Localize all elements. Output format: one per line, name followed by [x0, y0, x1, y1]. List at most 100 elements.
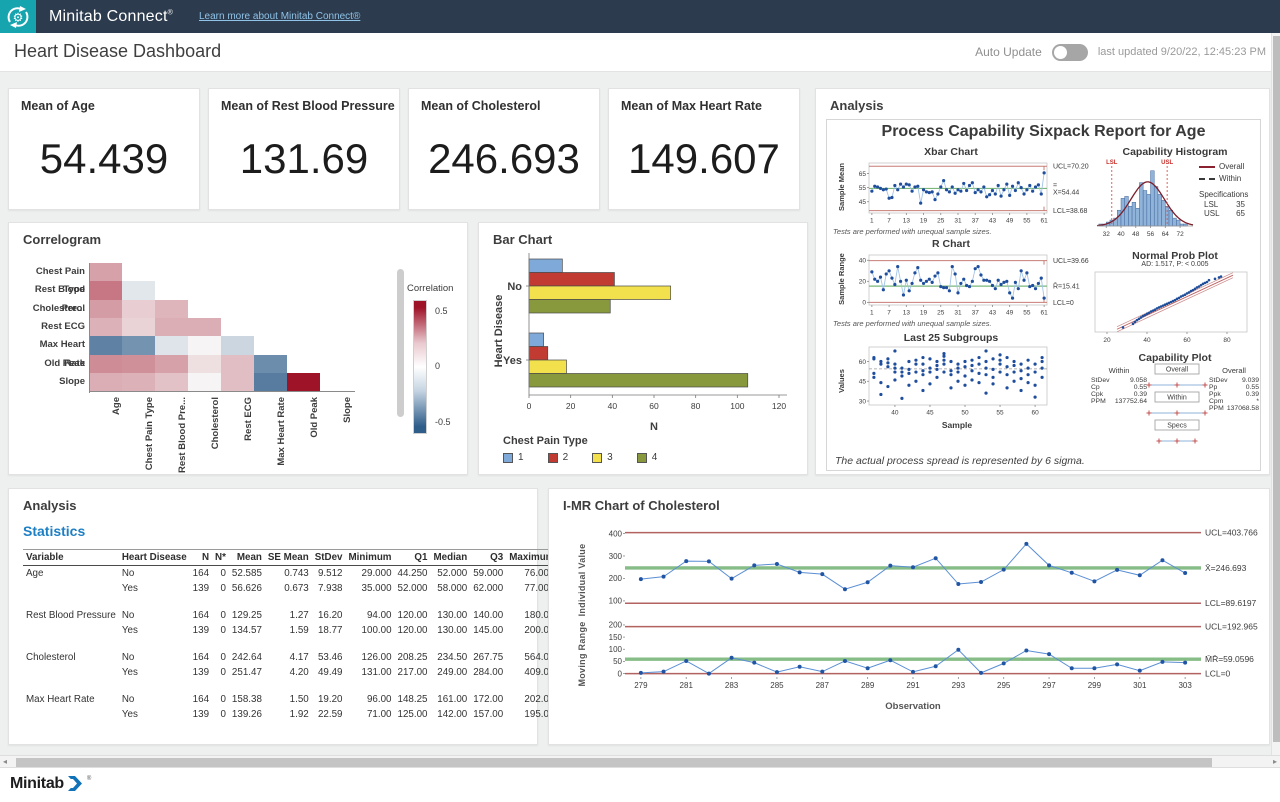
statistics-link[interactable]: Statistics: [23, 523, 85, 539]
svg-text:293: 293: [952, 681, 966, 690]
legend-item: 3: [592, 452, 613, 463]
correlogram-cell[interactable]: [155, 336, 188, 354]
correlogram-cell[interactable]: [188, 355, 221, 373]
correlogram-cell[interactable]: [221, 336, 254, 354]
auto-update-toggle[interactable]: [1052, 44, 1088, 61]
correlogram-cell[interactable]: [155, 373, 188, 391]
correlogram-cell[interactable]: [287, 373, 320, 391]
correlogram-cell[interactable]: [188, 318, 221, 336]
svg-text:281: 281: [680, 681, 694, 690]
column-header: Minimum: [346, 550, 395, 566]
correlogram-cell[interactable]: [155, 318, 188, 336]
table-row: Yes1390139.261.9222.5971.00125.00142.001…: [23, 707, 557, 722]
correlogram-cell[interactable]: [254, 373, 287, 391]
kpi-card-mean-rest-bp: Mean of Rest Blood Pressure 131.69: [208, 88, 400, 210]
correlogram-col-label: Age: [111, 397, 122, 415]
svg-text:LCL=89.6197: LCL=89.6197: [1205, 598, 1257, 608]
svg-text:⚙: ⚙: [13, 10, 24, 24]
correlogram-cell[interactable]: [122, 336, 155, 354]
svg-text:49: 49: [1006, 310, 1014, 317]
histogram-plot: LSLUSL324048566472: [1093, 158, 1197, 244]
legend-item: 1: [503, 452, 524, 463]
correlogram-cell[interactable]: [188, 336, 221, 354]
correlogram-cell[interactable]: [89, 336, 122, 354]
capability-plot: Capability Plot Within StDev9.058Cp0.55C…: [1091, 352, 1259, 448]
svg-text:300: 300: [609, 552, 623, 561]
kpi-card-mean-max-hr: Mean of Max Heart Rate 149.607: [608, 88, 800, 210]
correlogram-cell[interactable]: [89, 281, 122, 299]
correlogram-cell[interactable]: [122, 300, 155, 318]
correlogram-cell[interactable]: [89, 318, 122, 336]
correlogram-row-label: Old Peak: [21, 355, 85, 373]
correlogram-cell[interactable]: [188, 373, 221, 391]
correlogram-cell[interactable]: [89, 355, 122, 373]
minitab-connect-logo[interactable]: ⚙: [0, 0, 36, 33]
imr-chart-panel: I-MR Chart of Cholesterol Individual Val…: [548, 488, 1270, 745]
last25-plot: 3045604045505560: [843, 345, 1095, 417]
vertical-scrollbar[interactable]: [1271, 33, 1280, 755]
horizontal-scrollbar[interactable]: ◂ ▸: [0, 755, 1280, 768]
svg-text:LCL=0: LCL=0: [1053, 300, 1074, 307]
svg-text:R̄=15.41: R̄=15.41: [1053, 283, 1080, 291]
kpi-value: 54.439: [9, 135, 199, 183]
scroll-left-arrow[interactable]: ◂: [3, 757, 7, 766]
svg-text:48: 48: [1132, 231, 1140, 238]
scroll-right-arrow[interactable]: ▸: [1273, 757, 1277, 766]
svg-text:295: 295: [997, 681, 1011, 690]
svg-text:297: 297: [1042, 681, 1056, 690]
correlogram-cell[interactable]: [89, 373, 122, 391]
sixpack-report: Process Capability Sixpack Report for Ag…: [826, 119, 1261, 471]
horizontal-scroll-thumb[interactable]: [16, 758, 1212, 767]
svg-text:UCL=70.20: UCL=70.20: [1053, 164, 1089, 171]
correlogram-cell[interactable]: [221, 373, 254, 391]
correlogram-scrollbar[interactable]: [397, 269, 404, 417]
correlogram-cell[interactable]: [122, 318, 155, 336]
column-header: Heart Disease: [119, 550, 190, 566]
column-header: N*: [212, 550, 229, 566]
correlogram-cell[interactable]: [254, 355, 287, 373]
svg-text:31: 31: [954, 310, 962, 317]
kpi-value: 246.693: [409, 135, 599, 183]
correlogram-cell[interactable]: [155, 300, 188, 318]
toggle-knob: [1054, 46, 1067, 59]
sync-gear-icon: ⚙: [5, 4, 31, 30]
svg-text:0: 0: [527, 401, 532, 411]
bar-xlabel: N: [614, 421, 694, 433]
histogram-legend: OverallWithinSpecificationsLSL35USL65: [1199, 162, 1259, 218]
svg-text:291: 291: [906, 681, 920, 690]
svg-text:Within: Within: [1167, 395, 1187, 402]
table-row: Yes139056.6260.6737.93835.00052.00058.00…: [23, 581, 557, 596]
correlogram-cell[interactable]: [122, 355, 155, 373]
svg-text:USL: USL: [1161, 160, 1173, 166]
correlogram-cell[interactable]: [155, 355, 188, 373]
probplot-subtitle: AD: 1.517, P: < 0.005: [1091, 261, 1259, 268]
svg-text:19: 19: [920, 218, 928, 225]
correlogram-cell[interactable]: [122, 373, 155, 391]
learn-more-link[interactable]: Learn more about Minitab Connect®: [199, 11, 360, 22]
legend-title: Correlation: [407, 283, 467, 294]
correlogram-cell[interactable]: [221, 355, 254, 373]
vertical-scroll-thumb[interactable]: [1273, 36, 1280, 742]
svg-text:X=54.44: X=54.44: [1053, 189, 1079, 196]
xbar-footnote: Tests are performed with unequal sample …: [833, 227, 992, 236]
table-row: AgeNo164052.5850.7439.51229.00044.25052.…: [23, 566, 557, 582]
correlogram-col-label: Old Peak: [309, 397, 320, 438]
svg-text:303: 303: [1178, 681, 1192, 690]
correlogram-cell[interactable]: [89, 300, 122, 318]
capplot-overall-title: Overall: [1209, 366, 1259, 375]
xbar-chart-title: Xbar Chart: [861, 146, 1041, 158]
svg-text:20: 20: [859, 279, 867, 286]
column-header: StDev: [312, 550, 346, 566]
page-footer: Minitab ®: [0, 768, 1280, 802]
svg-text:80: 80: [1223, 337, 1231, 344]
correlogram-cell[interactable]: [89, 263, 122, 281]
panel-title: Bar Chart: [493, 232, 552, 247]
column-header: Variable: [23, 550, 119, 566]
brand-title: Minitab Connect®: [49, 8, 173, 26]
correlogram-cell[interactable]: [122, 281, 155, 299]
svg-text:31: 31: [954, 218, 962, 225]
svg-text:120: 120: [772, 401, 786, 411]
last-updated-text: last updated 9/20/22, 12:45:23 PM: [1098, 46, 1266, 58]
column-header: Mean: [229, 550, 265, 566]
kpi-title: Mean of Age: [9, 89, 199, 113]
